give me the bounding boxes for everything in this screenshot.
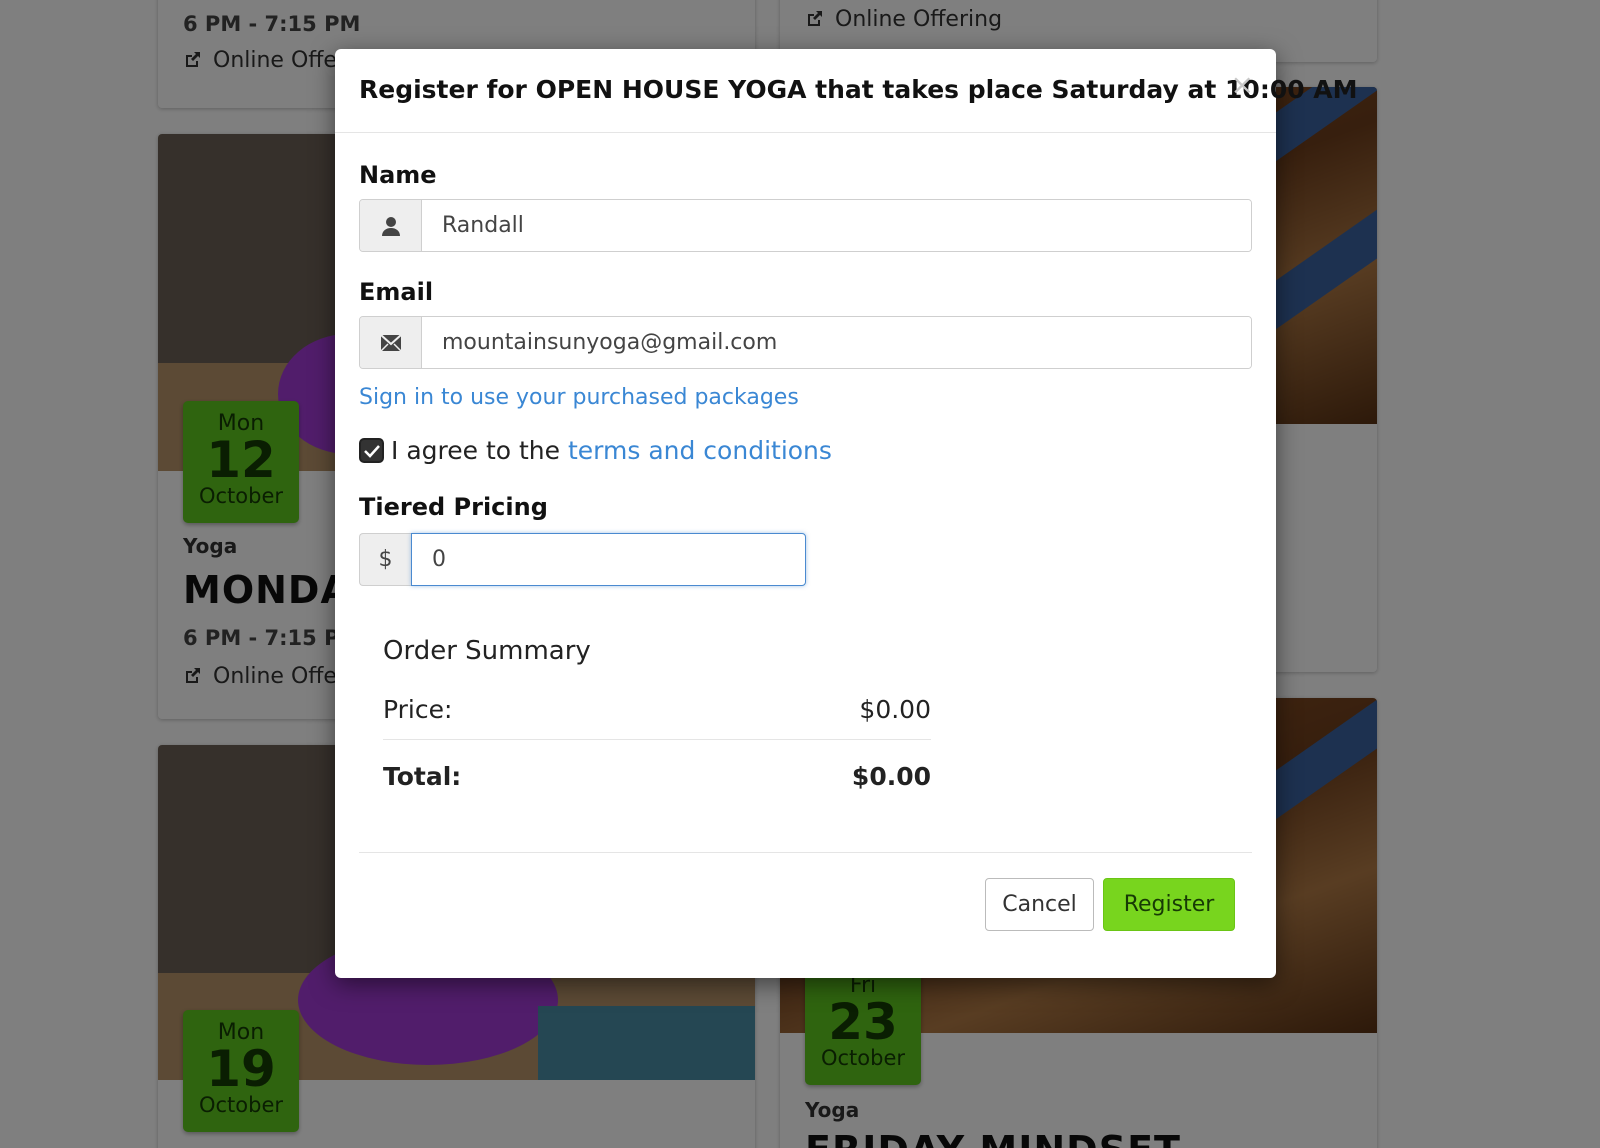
order-summary: Order Summary Price: $0.00 Total: $0.00 bbox=[383, 636, 931, 812]
price-label: Price: bbox=[383, 695, 453, 724]
total-value: $0.00 bbox=[851, 761, 931, 791]
registration-modal: Register for OPEN HOUSE YOGA that takes … bbox=[335, 49, 1358, 978]
close-icon[interactable]: × bbox=[1231, 71, 1254, 99]
price-row: Price: $0.00 bbox=[383, 680, 931, 740]
modal-body: Name Email Sign in to use your purchased… bbox=[335, 161, 1276, 812]
currency-addon: $ bbox=[359, 533, 411, 586]
name-field[interactable] bbox=[422, 200, 1251, 251]
total-row: Total: $0.00 bbox=[383, 740, 931, 812]
agree-text: I agree to the bbox=[391, 436, 561, 465]
email-input-group bbox=[359, 316, 1252, 369]
tiered-pricing-label: Tiered Pricing bbox=[359, 493, 548, 521]
terms-checkbox[interactable] bbox=[359, 438, 384, 463]
modal-header: Register for OPEN HOUSE YOGA that takes … bbox=[335, 49, 1358, 133]
envelope-icon bbox=[360, 317, 422, 368]
cancel-button[interactable]: Cancel bbox=[985, 878, 1094, 931]
order-summary-title: Order Summary bbox=[383, 636, 591, 666]
user-icon bbox=[360, 200, 422, 251]
modal-title: Register for OPEN HOUSE YOGA that takes … bbox=[359, 75, 1358, 104]
terms-link[interactable]: terms and conditions bbox=[568, 436, 832, 465]
modal-footer: Cancel Register bbox=[359, 852, 1252, 978]
email-field[interactable] bbox=[422, 317, 1251, 368]
email-label: Email bbox=[359, 278, 434, 306]
price-input-group: $ bbox=[359, 533, 806, 586]
checkmark-icon bbox=[363, 444, 380, 458]
name-input-group bbox=[359, 199, 1252, 252]
price-value: $0.00 bbox=[859, 695, 931, 724]
price-field[interactable] bbox=[411, 533, 806, 586]
name-label: Name bbox=[359, 161, 437, 189]
total-label: Total: bbox=[383, 761, 462, 791]
register-button[interactable]: Register bbox=[1103, 878, 1235, 931]
signin-packages-link[interactable]: Sign in to use your purchased packages bbox=[359, 385, 799, 410]
agree-row: I agree to the terms and conditions bbox=[359, 436, 1252, 465]
